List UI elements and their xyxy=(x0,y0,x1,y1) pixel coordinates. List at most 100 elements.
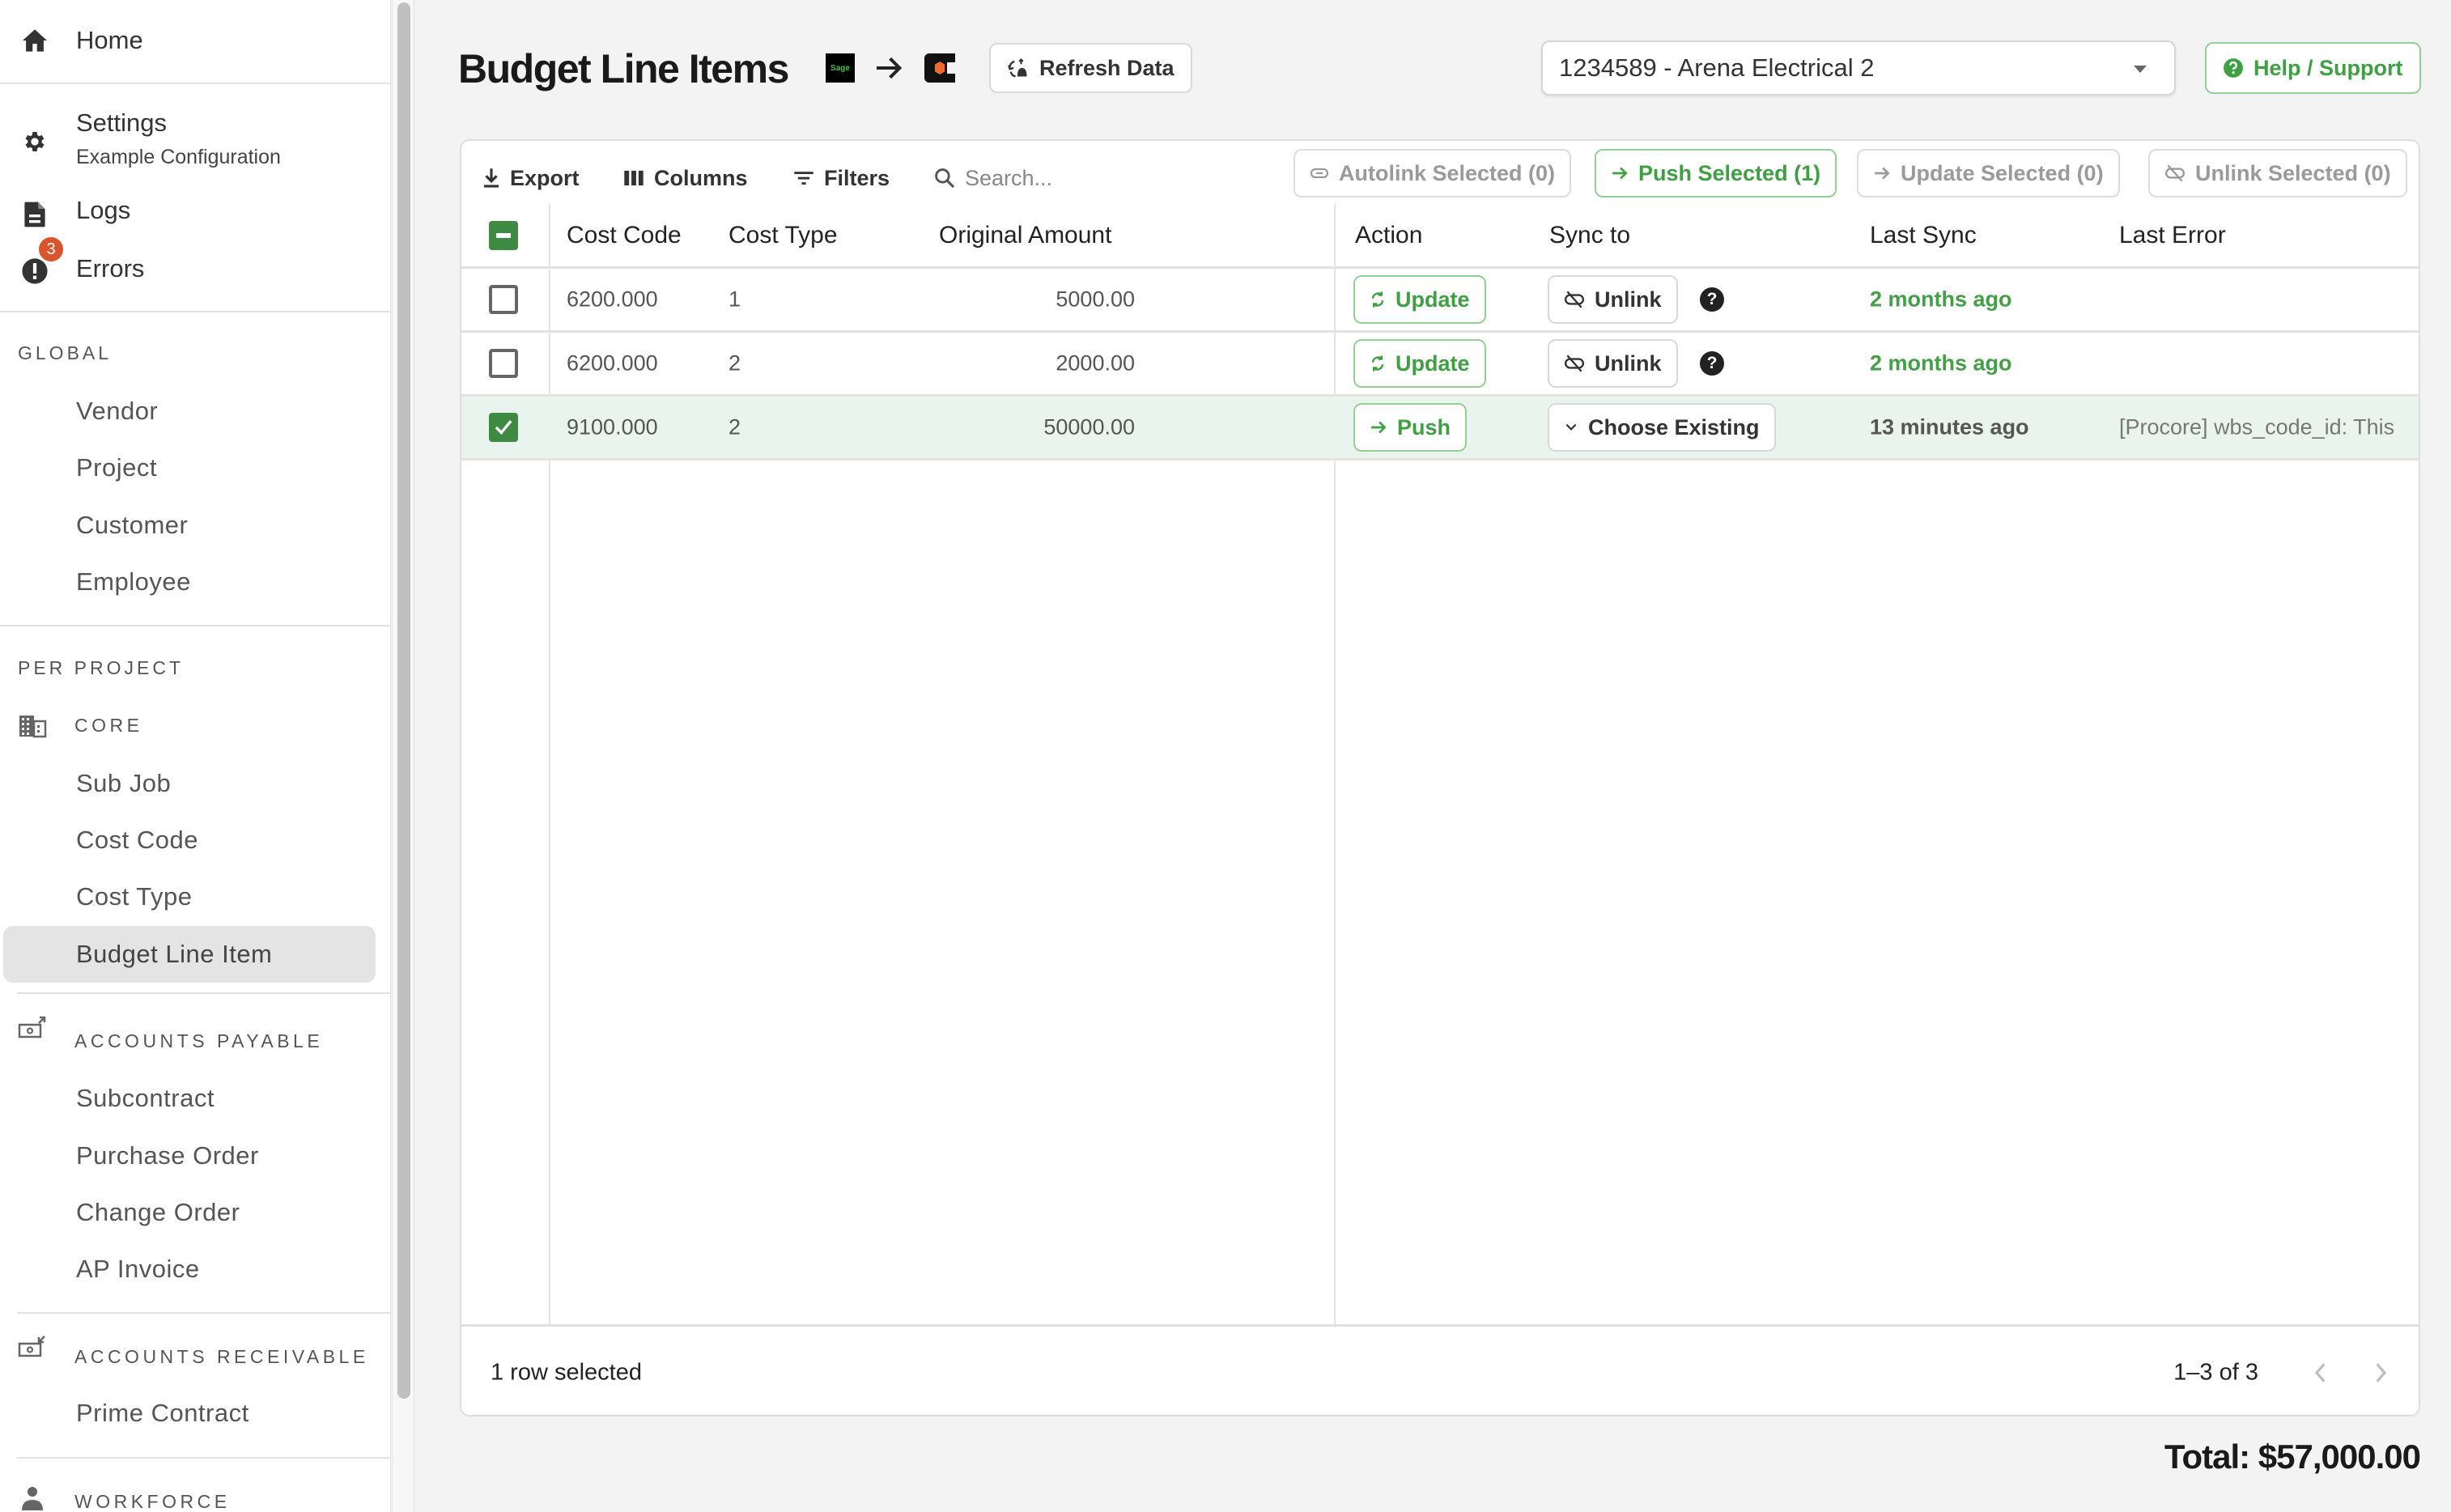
unlink-icon xyxy=(1564,291,1585,308)
nav-purchase-order[interactable]: Purchase Order xyxy=(3,1128,376,1184)
nav-cost-type[interactable]: Cost Type xyxy=(3,869,376,925)
cell-original-amount: 50000.00 xyxy=(1043,414,1135,440)
push-selected-label: Push Selected (1) xyxy=(1638,160,1821,185)
nav-label: Cost Code xyxy=(76,826,198,854)
column-header-cost-type[interactable]: Cost Type xyxy=(729,222,838,249)
columns-button[interactable]: Columns xyxy=(623,162,748,194)
column-header-last-sync[interactable]: Last Sync xyxy=(1870,222,1977,249)
nav-employee[interactable]: Employee xyxy=(3,554,376,610)
push-selected-button[interactable]: Push Selected (1) xyxy=(1595,149,1837,197)
section-heading-per-project: PER PROJECT xyxy=(18,657,185,678)
arrow-right-icon xyxy=(877,57,903,79)
column-header-cost-code[interactable]: Cost Code xyxy=(567,222,682,249)
row-checkbox[interactable] xyxy=(489,413,518,442)
cell-last-error: [Procore] wbs_code_id: This xyxy=(2119,414,2395,440)
nav-prime-contract[interactable]: Prime Contract xyxy=(3,1385,376,1442)
sync-icon xyxy=(1371,291,1384,308)
previous-page-button[interactable] xyxy=(2304,1357,2336,1389)
refresh-data-label: Refresh Data xyxy=(1039,55,1175,80)
filters-label: Filters xyxy=(824,165,890,190)
nav-label: Subcontract xyxy=(76,1084,215,1112)
table-row[interactable]: 9100.000 2 50000.00 Push Choose Existing… xyxy=(461,397,2419,461)
refresh-data-icon xyxy=(1008,58,1027,78)
nav-logs[interactable]: Logs xyxy=(0,194,390,235)
column-header-original-amount[interactable]: Original Amount xyxy=(939,222,1111,249)
grand-total: Total: $57,000.00 xyxy=(2164,1438,2421,1476)
checkmark-icon xyxy=(495,420,512,435)
column-header-last-error[interactable]: Last Error xyxy=(2119,222,2226,249)
download-icon xyxy=(483,168,499,188)
help-circle-icon[interactable]: ? xyxy=(1700,287,1724,312)
nav-label: Project xyxy=(76,453,157,482)
nav-label: Customer xyxy=(76,511,189,539)
budget-line-items-grid: Export Columns Filters Search... Autolin… xyxy=(460,139,2420,1416)
cell-last-sync: 13 minutes ago xyxy=(1870,414,2029,440)
chevron-right-icon xyxy=(2376,1362,2387,1382)
push-button[interactable]: Push xyxy=(1353,403,1468,452)
procore-logo xyxy=(924,53,955,83)
refresh-data-button[interactable]: Refresh Data xyxy=(989,43,1192,93)
table-row[interactable]: 6200.000 1 5000.00 Update Unlink ? 2 mon… xyxy=(461,269,2419,333)
cell-original-amount: 5000.00 xyxy=(1056,287,1135,312)
row-checkbox[interactable] xyxy=(489,285,518,314)
project-select[interactable]: 1234589 - Arena Electrical 2 xyxy=(1541,40,2176,96)
help-support-button[interactable]: Help / Support xyxy=(2205,42,2421,94)
update-label: Update xyxy=(1395,350,1470,376)
update-button[interactable]: Update xyxy=(1353,275,1486,324)
divider xyxy=(17,1312,390,1314)
settings-config-name: Example Configuration xyxy=(76,146,281,168)
search-input[interactable]: Search... xyxy=(934,162,1052,194)
unlink-label: Unlink xyxy=(1595,287,1662,312)
page-title: Budget Line Items xyxy=(458,46,789,91)
update-button[interactable]: Update xyxy=(1353,339,1486,388)
column-header-sync-to[interactable]: Sync to xyxy=(1549,222,1630,249)
nav-subcontract[interactable]: Subcontract xyxy=(3,1070,376,1127)
next-page-button[interactable] xyxy=(2365,1357,2398,1389)
nav-label: Prime Contract xyxy=(76,1399,249,1427)
table-header-row: Cost Code Cost Type Original Amount Acti… xyxy=(461,204,2419,269)
filters-button[interactable]: Filters xyxy=(793,162,890,194)
autolink-label: Autolink Selected (0) xyxy=(1339,160,1556,185)
cell-cost-type: 1 xyxy=(729,287,741,312)
group-heading-core: CORE xyxy=(74,715,143,736)
nav-change-order[interactable]: Change Order xyxy=(3,1184,376,1241)
autolink-selected-button[interactable]: Autolink Selected (0) xyxy=(1293,149,1572,197)
errors-count-badge: 3 xyxy=(37,236,65,263)
unlink-selected-button[interactable]: Unlink Selected (0) xyxy=(2148,149,2407,197)
scrollbar-thumb[interactable] xyxy=(397,2,410,1399)
section-heading-global: GLOBAL xyxy=(18,342,113,363)
arrow-right-icon xyxy=(1875,167,1890,180)
nav-sub-job[interactable]: Sub Job xyxy=(3,755,376,812)
arrow-right-icon xyxy=(1612,167,1628,180)
nav-label: Vendor xyxy=(76,397,159,425)
nav-project[interactable]: Project xyxy=(3,440,376,496)
help-circle-icon[interactable]: ? xyxy=(1700,351,1724,376)
nav-customer[interactable]: Customer xyxy=(3,497,376,554)
cell-last-sync: 2 months ago xyxy=(1870,350,2012,376)
column-header-action[interactable]: Action xyxy=(1355,222,1422,249)
nav-home[interactable]: Home xyxy=(0,15,390,66)
select-all-checkbox[interactable] xyxy=(489,220,518,250)
nav-vendor[interactable]: Vendor xyxy=(3,383,376,440)
nav-budget-line-item[interactable]: Budget Line Item xyxy=(3,926,376,983)
money-out-icon xyxy=(18,1016,46,1038)
table-row[interactable]: 6200.000 2 2000.00 Update Unlink ? 2 mon… xyxy=(461,333,2419,397)
unlink-button[interactable]: Unlink xyxy=(1548,275,1678,324)
export-button[interactable]: Export xyxy=(482,162,580,194)
nav-settings[interactable]: Settings Example Configuration xyxy=(0,105,390,178)
document-icon xyxy=(21,201,49,228)
grid-footer: 1 row selected 1–3 of 3 xyxy=(461,1324,2419,1415)
unlink-button[interactable]: Unlink xyxy=(1548,339,1678,388)
sidebar-scrollbar[interactable] xyxy=(392,0,414,1512)
divider xyxy=(17,992,390,994)
export-label: Export xyxy=(510,165,580,190)
divider xyxy=(0,311,390,312)
choose-existing-label: Choose Existing xyxy=(1588,414,1760,440)
nav-cost-code[interactable]: Cost Code xyxy=(3,812,376,869)
row-checkbox[interactable] xyxy=(489,349,518,378)
unlink-icon xyxy=(1564,355,1585,372)
update-selected-button[interactable]: Update Selected (0) xyxy=(1857,149,2120,197)
cell-cost-code: 9100.000 xyxy=(567,414,658,440)
nav-ap-invoice[interactable]: AP Invoice xyxy=(3,1241,376,1298)
choose-existing-dropdown[interactable]: Choose Existing xyxy=(1548,403,1776,452)
